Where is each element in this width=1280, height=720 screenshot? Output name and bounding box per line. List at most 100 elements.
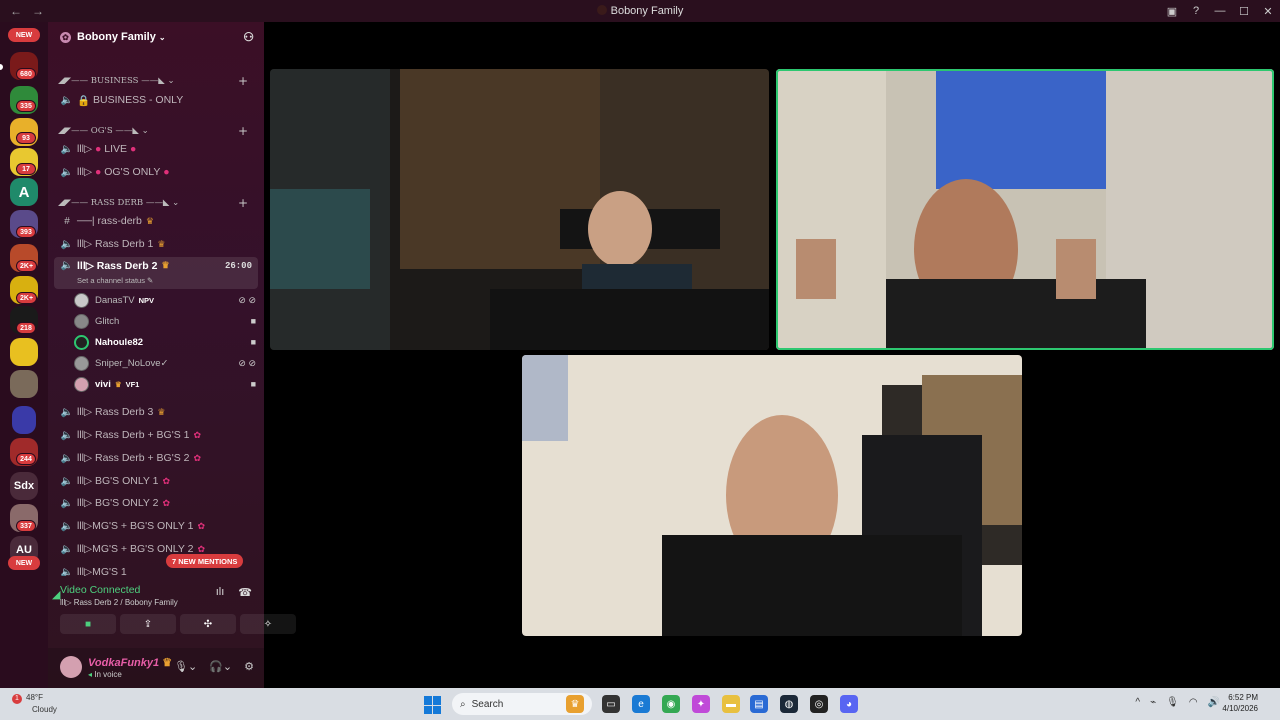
- store-icon[interactable]: ▤: [750, 695, 768, 713]
- channel-label: LIVE: [104, 143, 128, 155]
- help-icon[interactable]: ?: [1184, 5, 1208, 17]
- server-icon-a[interactable]: A: [10, 178, 38, 206]
- channel-rass-derb-bgs-1[interactable]: 🔈 lll▷ Rass Derb + BG'S 1 ✿: [54, 425, 258, 445]
- voice-user[interactable]: Sniper_NoLove✓ ⊘ ⊘: [74, 353, 256, 373]
- speaker-icon: 🔈: [60, 238, 74, 250]
- channel-rass-derb-text[interactable]: # ──| rass-derb ♛: [54, 211, 258, 231]
- category-ogs[interactable]: ◢◤—— OG'S ——◣ ⌄ +: [58, 124, 254, 138]
- obs-icon[interactable]: ◎: [810, 695, 828, 713]
- search-placeholder: Search: [471, 698, 504, 710]
- video-tile[interactable]: [522, 355, 1022, 636]
- new-badge-bottom: NEW: [8, 556, 40, 570]
- chevron-up-icon[interactable]: ^: [1135, 697, 1140, 708]
- server-header[interactable]: ✿ Bobony Family ⌄ ⚇: [48, 22, 264, 52]
- voice-user[interactable]: Nahoule82 ■: [74, 332, 256, 352]
- category-business[interactable]: ◢◤—— BUSINESS ——◣ ⌄ +: [58, 74, 254, 88]
- voice-user[interactable]: Glitch ■: [74, 311, 256, 331]
- channel-business-only[interactable]: 🔈 🔒 BUSINESS - ONLY: [54, 90, 258, 110]
- camera-button[interactable]: ■: [60, 614, 116, 634]
- video-tile[interactable]: [270, 69, 769, 350]
- channel-live[interactable]: 🔈 lll▷ ● LIVE ●: [54, 139, 258, 159]
- add-channel-icon[interactable]: +: [238, 74, 248, 88]
- forward-arrow-icon[interactable]: →: [32, 4, 44, 18]
- server-rail: NEW 680 335 93 17 A 393 2K+ 2K+ 218 137 …: [0, 22, 48, 688]
- server-icon[interactable]: [10, 338, 38, 366]
- speaker-icon: 🔈: [60, 566, 74, 577]
- add-channel-icon[interactable]: +: [238, 124, 248, 138]
- discord-icon[interactable]: ◕: [840, 695, 858, 713]
- server-sdx[interactable]: Sdx: [10, 472, 38, 500]
- pink-dot-icon: ●: [163, 166, 170, 178]
- noise-suppression-icon[interactable]: ılı: [216, 586, 225, 599]
- add-channel-icon[interactable]: +: [238, 196, 248, 210]
- invite-people-icon[interactable]: ⚇: [243, 30, 254, 44]
- voice-user[interactable]: vivi ♛ VF1 ■: [74, 374, 256, 394]
- crown-icon: ♛: [157, 238, 166, 249]
- channel-prefix: lll▷: [77, 166, 93, 178]
- weather-widget[interactable]: 1 48°F Cloudy: [12, 692, 57, 715]
- clock[interactable]: 6:52 PM 4/10/2026: [1222, 692, 1258, 714]
- weather-desc: Cloudy: [32, 705, 57, 714]
- avatar: [74, 355, 89, 371]
- task-view-icon[interactable]: ▭: [602, 695, 620, 713]
- channel-ogs-only[interactable]: 🔈 lll▷ ● OG'S ONLY ●: [54, 162, 258, 182]
- headphones-icon[interactable]: 🎧⌄: [209, 660, 232, 673]
- pink-dot-icon: ●: [95, 143, 102, 155]
- volume-icon[interactable]: 🔊: [1208, 697, 1220, 708]
- system-tray: ^ ⌁ 🎙 ◠ 🔊: [1135, 697, 1220, 708]
- speaker-icon: 🔈: [60, 497, 74, 509]
- flower-icon: ✿: [162, 475, 171, 486]
- flower-icon: ✿: [193, 429, 202, 440]
- channel-rass-derb-1[interactable]: 🔈 lll▷ Rass Derb 1 ♛: [54, 234, 258, 254]
- server-icon[interactable]: [10, 370, 38, 398]
- wifi-icon[interactable]: ◠: [1189, 697, 1198, 708]
- edge-icon[interactable]: e: [632, 695, 650, 713]
- voice-user[interactable]: DanasTV NPV ⊘ ⊘: [74, 290, 256, 310]
- steam-icon[interactable]: ◍: [780, 695, 798, 713]
- user-tag: NPV: [138, 295, 155, 305]
- channel-rass-derb-bgs-2[interactable]: 🔈 lll▷ Rass Derb + BG'S 2 ✿: [54, 448, 258, 468]
- clock-time: 6:52 PM: [1228, 693, 1258, 702]
- video-tile-speaking[interactable]: [776, 69, 1274, 350]
- folder-icon[interactable]: [12, 406, 36, 434]
- mic-tray-icon[interactable]: 🎙: [1166, 697, 1179, 708]
- user-avatar[interactable]: [60, 656, 82, 678]
- voice-status[interactable]: Video Connected: [60, 584, 140, 596]
- channel-bgs-only-2[interactable]: 🔈 lll▷ BG'S ONLY 2 ✿: [54, 493, 258, 513]
- soundboard-button[interactable]: ✧: [240, 614, 296, 634]
- file-explorer-icon[interactable]: ▬: [722, 695, 740, 713]
- channel-bgs-only-1[interactable]: 🔈 lll▷ BG'S ONLY 1 ✿: [54, 471, 258, 491]
- network-icon[interactable]: ⌁: [1150, 697, 1156, 708]
- back-arrow-icon[interactable]: ←: [10, 4, 22, 18]
- voice-user-name: Sniper_NoLove✓: [95, 357, 169, 369]
- minimize-button[interactable]: —: [1208, 5, 1232, 17]
- muted-deafened-icon: ⊘ ⊘: [238, 294, 256, 305]
- flower-icon: ✿: [197, 520, 205, 531]
- copilot-icon[interactable]: ✦: [692, 695, 710, 713]
- maximize-button[interactable]: ☐: [1232, 5, 1256, 18]
- channel-label: BUSINESS - ONLY: [93, 94, 184, 106]
- speaker-icon: 🔈: [60, 143, 74, 155]
- channel-rass-derb-3[interactable]: 🔈 lll▷ Rass Derb 3 ♛: [54, 402, 258, 422]
- username[interactable]: VodkaFunky1 ♛: [88, 656, 172, 669]
- channel-label: ──| rass-derb: [77, 215, 142, 227]
- start-icon[interactable]: [424, 696, 442, 714]
- avatar: [74, 334, 89, 350]
- muted-deafened-icon: ⊘ ⊘: [238, 357, 256, 368]
- close-button[interactable]: ✕: [1256, 5, 1280, 18]
- crown-icon: ♛: [114, 379, 122, 389]
- settings-gear-icon[interactable]: ⚙: [244, 660, 254, 673]
- activities-button[interactable]: ✣: [180, 614, 236, 634]
- disconnect-icon[interactable]: ☎: [238, 586, 252, 599]
- channel-status-prompt[interactable]: Set a channel status ✎: [77, 276, 153, 285]
- channel-prefix: 🔒: [77, 94, 91, 107]
- voice-channel-link[interactable]: lll▷ Rass Derb 2 / Bobony Family: [60, 598, 178, 607]
- category-rass-derb[interactable]: ◢◤—— RASS DERB ——◣ ⌄ +: [58, 196, 254, 210]
- mention-badge: 337: [16, 520, 36, 532]
- microphone-icon[interactable]: 🎙⌄: [174, 660, 197, 673]
- channel-mgs-bgs-1[interactable]: 🔈 lll▷MG'S + BG'S ONLY 1 ✿: [54, 516, 258, 536]
- inbox-icon[interactable]: ▣: [1160, 5, 1184, 18]
- new-mentions-pill[interactable]: 7 NEW MENTIONS: [166, 554, 244, 568]
- screen-share-button[interactable]: ⇪: [120, 614, 176, 634]
- chrome-icon[interactable]: ◉: [662, 695, 680, 713]
